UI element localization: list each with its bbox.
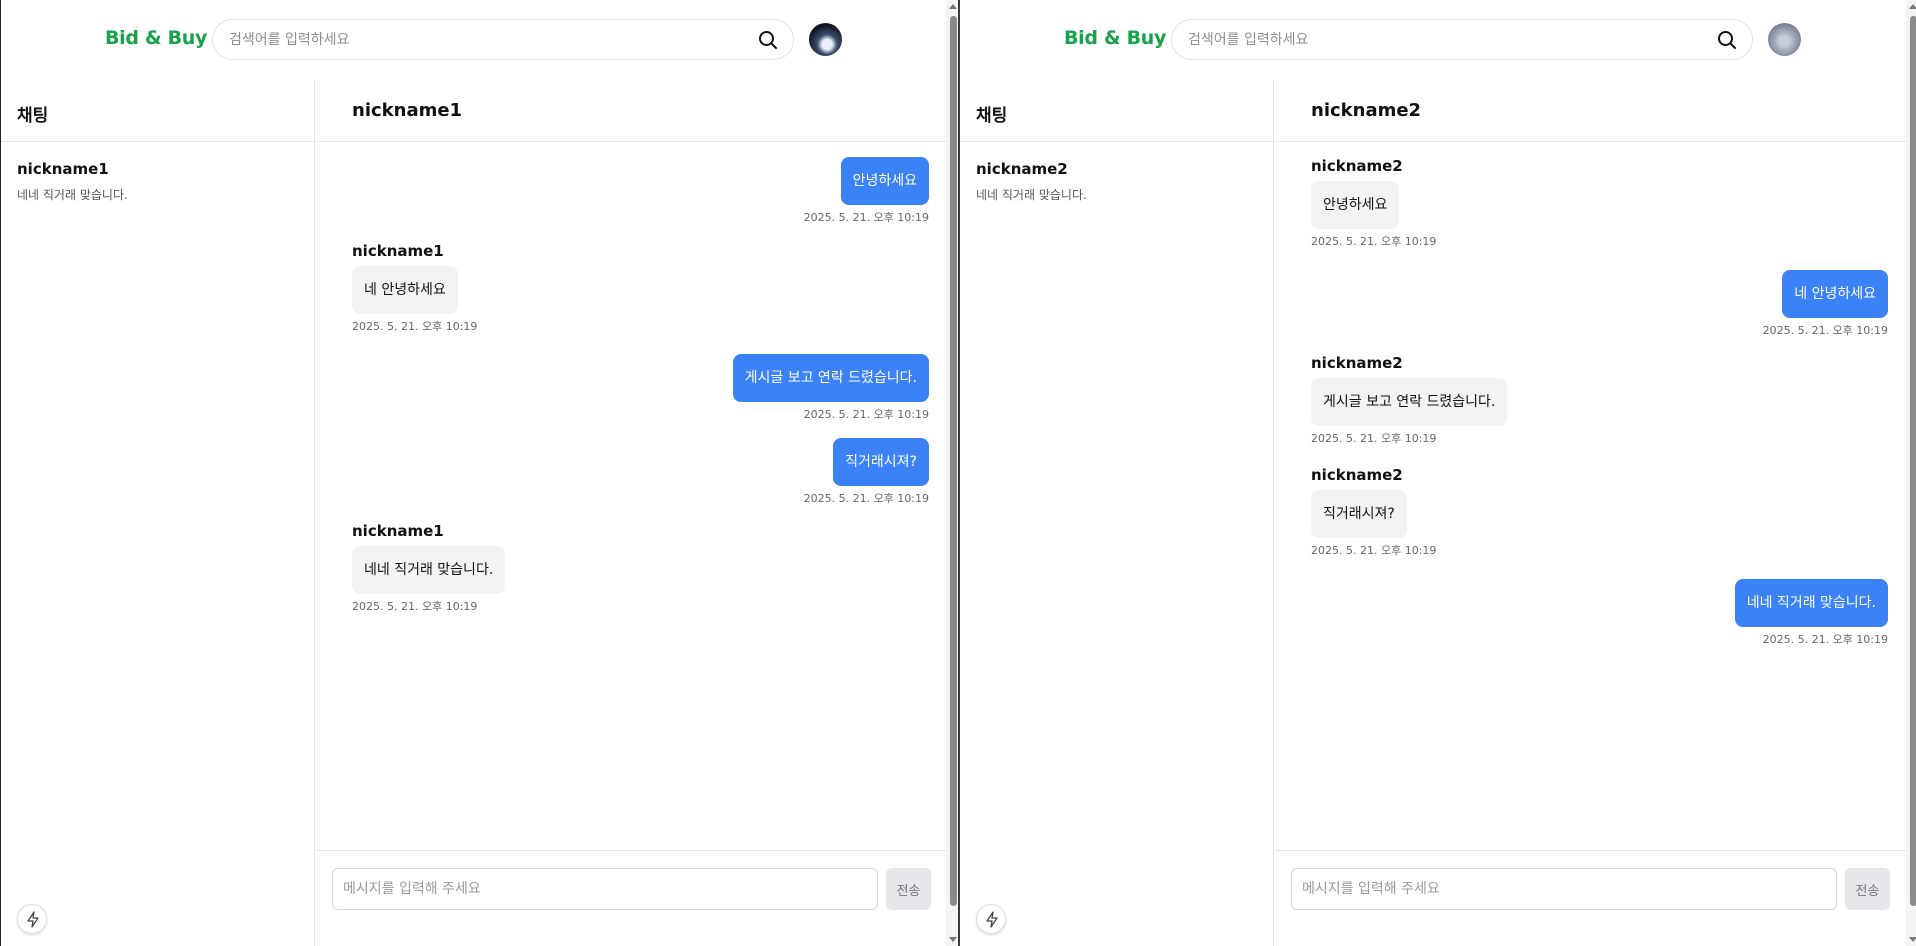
chat-title: nickname1: [316, 80, 947, 142]
message-bubble: 네 안녕하세요: [352, 266, 458, 314]
message-bubble: 직거래시져?: [1311, 490, 1407, 538]
search-bar: [212, 19, 794, 60]
chat-title: nickname2: [1275, 80, 1906, 142]
message-sender: nickname2: [1311, 466, 1403, 484]
message-bubble: 게시글 보고 연락 드렸습니다.: [732, 354, 929, 402]
chat-panel: nickname2 nickname2 안녕하세요 2025. 5. 21. 오…: [1275, 80, 1906, 946]
message-time: 2025. 5. 21. 오후 10:19: [352, 320, 478, 333]
top-header: Bid & Buy: [1, 0, 947, 80]
top-header: Bid & Buy: [960, 0, 1906, 80]
message-sender: nickname1: [352, 242, 444, 260]
left-browser-pane: Bid & Buy 채팅 nickname1 네네 직거래 맞습니다. nick…: [0, 0, 960, 946]
message-input[interactable]: [1291, 868, 1837, 910]
send-button[interactable]: 전송: [886, 868, 931, 910]
scroll-up-icon[interactable]: [1909, 4, 1916, 9]
search-bar: [1171, 19, 1753, 60]
message-time: 2025. 5. 21. 오후 10:19: [1311, 432, 1437, 445]
vertical-scrollbar[interactable]: [1906, 0, 1916, 946]
message-outgoing: 네 안녕하세요 2025. 5. 21. 오후 10:19: [1763, 270, 1888, 338]
sidebar-title: 채팅: [1, 80, 314, 142]
message-outgoing: 게시글 보고 연락 드렸습니다. 2025. 5. 21. 오후 10:19: [732, 354, 929, 422]
user-avatar[interactable]: [809, 23, 842, 56]
scrollbar-thumb[interactable]: [1910, 16, 1916, 906]
scrollbar-thumb[interactable]: [950, 16, 957, 906]
message-time: 2025. 5. 21. 오후 10:19: [1762, 633, 1888, 646]
user-avatar[interactable]: [1768, 23, 1801, 56]
message-incoming: nickname2 직거래시져? 2025. 5. 21. 오후 10:19: [1311, 466, 1436, 558]
chat-list-item[interactable]: nickname2 네네 직거래 맞습니다.: [960, 142, 1273, 221]
chat-list-item[interactable]: nickname1 네네 직거래 맞습니다.: [1, 142, 314, 221]
message-sender: nickname1: [352, 522, 444, 540]
message-input[interactable]: [332, 868, 878, 910]
message-bubble: 안녕하세요: [840, 157, 929, 205]
message-list: nickname2 안녕하세요 2025. 5. 21. 오후 10:19 네 …: [1275, 142, 1906, 930]
chat-item-name: nickname1: [17, 160, 109, 178]
message-outgoing: 안녕하세요 2025. 5. 21. 오후 10:19: [804, 157, 929, 225]
message-composer: 전송: [316, 850, 947, 946]
right-browser-pane: Bid & Buy 채팅 nickname2 네네 직거래 맞습니다. nick…: [960, 0, 1916, 946]
message-bubble: 게시글 보고 연락 드렸습니다.: [1311, 378, 1508, 426]
message-time: 2025. 5. 21. 오후 10:19: [1762, 324, 1888, 337]
message-outgoing: 직거래시져? 2025. 5. 21. 오후 10:19: [804, 438, 929, 506]
message-incoming: nickname1 네 안녕하세요 2025. 5. 21. 오후 10:19: [352, 242, 477, 334]
scroll-up-icon[interactable]: [949, 4, 957, 9]
message-bubble: 네네 직거래 맞습니다.: [352, 546, 506, 594]
message-time: 2025. 5. 21. 오후 10:19: [803, 211, 929, 224]
message-time: 2025. 5. 21. 오후 10:19: [1311, 235, 1437, 248]
site-logo[interactable]: Bid & Buy: [1064, 27, 1166, 49]
sidebar-title: 채팅: [960, 80, 1273, 142]
chat-list-sidebar: 채팅 nickname1 네네 직거래 맞습니다.: [1, 80, 315, 946]
message-bubble: 네 안녕하세요: [1782, 270, 1888, 318]
message-incoming: nickname1 네네 직거래 맞습니다. 2025. 5. 21. 오후 1…: [352, 522, 506, 614]
search-icon[interactable]: [1716, 29, 1738, 51]
send-button[interactable]: 전송: [1845, 868, 1890, 910]
message-bubble: 안녕하세요: [1311, 181, 1400, 229]
search-icon[interactable]: [757, 29, 779, 51]
message-sender: nickname2: [1311, 157, 1403, 175]
message-time: 2025. 5. 21. 오후 10:19: [803, 408, 929, 421]
message-composer: 전송: [1275, 850, 1906, 946]
chat-list-sidebar: 채팅 nickname2 네네 직거래 맞습니다.: [960, 80, 1274, 946]
chat-item-preview: 네네 직거래 맞습니다.: [17, 188, 128, 202]
site-logo[interactable]: Bid & Buy: [105, 27, 207, 49]
scroll-down-icon[interactable]: [949, 937, 957, 942]
message-incoming: nickname2 게시글 보고 연락 드렸습니다. 2025. 5. 21. …: [1311, 354, 1508, 446]
message-incoming: nickname2 안녕하세요 2025. 5. 21. 오후 10:19: [1311, 157, 1436, 249]
message-time: 2025. 5. 21. 오후 10:19: [352, 600, 478, 613]
search-input[interactable]: [1188, 20, 1688, 59]
message-time: 2025. 5. 21. 오후 10:19: [803, 492, 929, 505]
message-bubble: 직거래시져?: [833, 438, 929, 486]
lightning-icon[interactable]: [17, 904, 47, 934]
message-sender: nickname2: [1311, 354, 1403, 372]
message-bubble: 네네 직거래 맞습니다.: [1734, 579, 1888, 627]
chat-panel: nickname1 안녕하세요 2025. 5. 21. 오후 10:19 ni…: [316, 80, 947, 946]
scroll-down-icon[interactable]: [1909, 937, 1916, 942]
message-time: 2025. 5. 21. 오후 10:19: [1311, 544, 1437, 557]
chat-item-preview: 네네 직거래 맞습니다.: [976, 188, 1087, 202]
message-list: 안녕하세요 2025. 5. 21. 오후 10:19 nickname1 네 …: [316, 142, 947, 930]
chat-item-name: nickname2: [976, 160, 1068, 178]
search-input[interactable]: [229, 20, 729, 59]
lightning-icon[interactable]: [976, 904, 1006, 934]
message-outgoing: 네네 직거래 맞습니다. 2025. 5. 21. 오후 10:19: [1734, 579, 1888, 647]
